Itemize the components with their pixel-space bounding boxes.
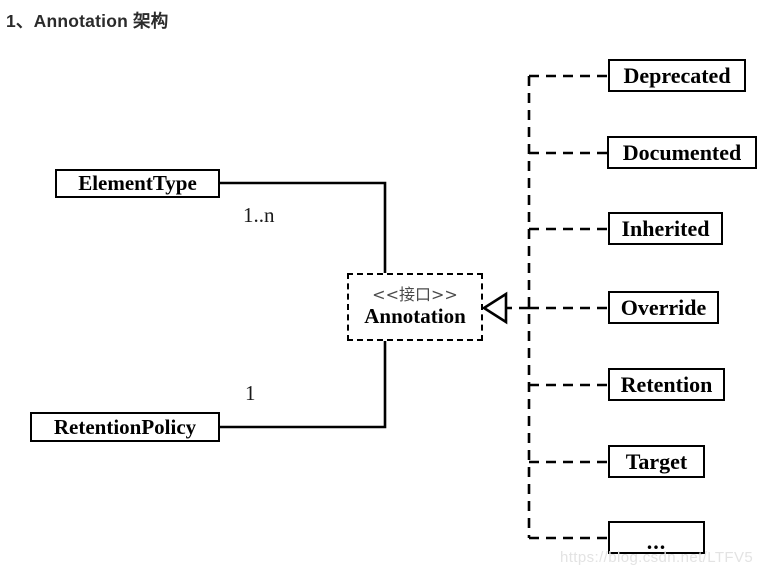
class-box-retention[interactable]: Retention xyxy=(608,368,725,401)
class-box-deprecated-label: Deprecated xyxy=(623,62,731,88)
connector-elementtype-to-annotation xyxy=(220,181,387,273)
class-box-override[interactable]: Override xyxy=(608,291,719,324)
interface-name-label: Annotation xyxy=(364,304,466,328)
class-box-elementtype-label: ElementType xyxy=(78,171,197,195)
class-box-override-label: Override xyxy=(620,294,707,320)
class-box-retentionpolicy[interactable]: RetentionPolicy xyxy=(30,412,220,442)
interface-box-annotation[interactable]: <<接口>> Annotation xyxy=(347,273,483,341)
class-box-inherited-label: Inherited xyxy=(621,215,710,241)
class-box-documented[interactable]: Documented xyxy=(607,136,757,169)
class-box-retentionpolicy-label: RetentionPolicy xyxy=(53,414,197,439)
class-box-documented-label: Documented xyxy=(622,139,742,165)
class-box-elementtype[interactable]: ElementType xyxy=(55,169,220,198)
multiplicity-label-elementtype: 1..n xyxy=(243,203,275,227)
class-box-inherited[interactable]: Inherited xyxy=(608,212,723,245)
class-box-target[interactable]: Target xyxy=(608,445,705,478)
interface-stereotype-label: <<接口>> xyxy=(372,285,458,304)
class-box-retention-label: Retention xyxy=(620,371,713,397)
multiplicity-label-retentionpolicy: 1 xyxy=(245,381,256,405)
watermark: https://blog.csdn.net/LTFV5 xyxy=(560,549,754,566)
class-box-deprecated[interactable]: Deprecated xyxy=(608,59,746,92)
hollow-triangle-arrowhead xyxy=(481,291,508,325)
class-box-target-label: Target xyxy=(625,448,688,474)
